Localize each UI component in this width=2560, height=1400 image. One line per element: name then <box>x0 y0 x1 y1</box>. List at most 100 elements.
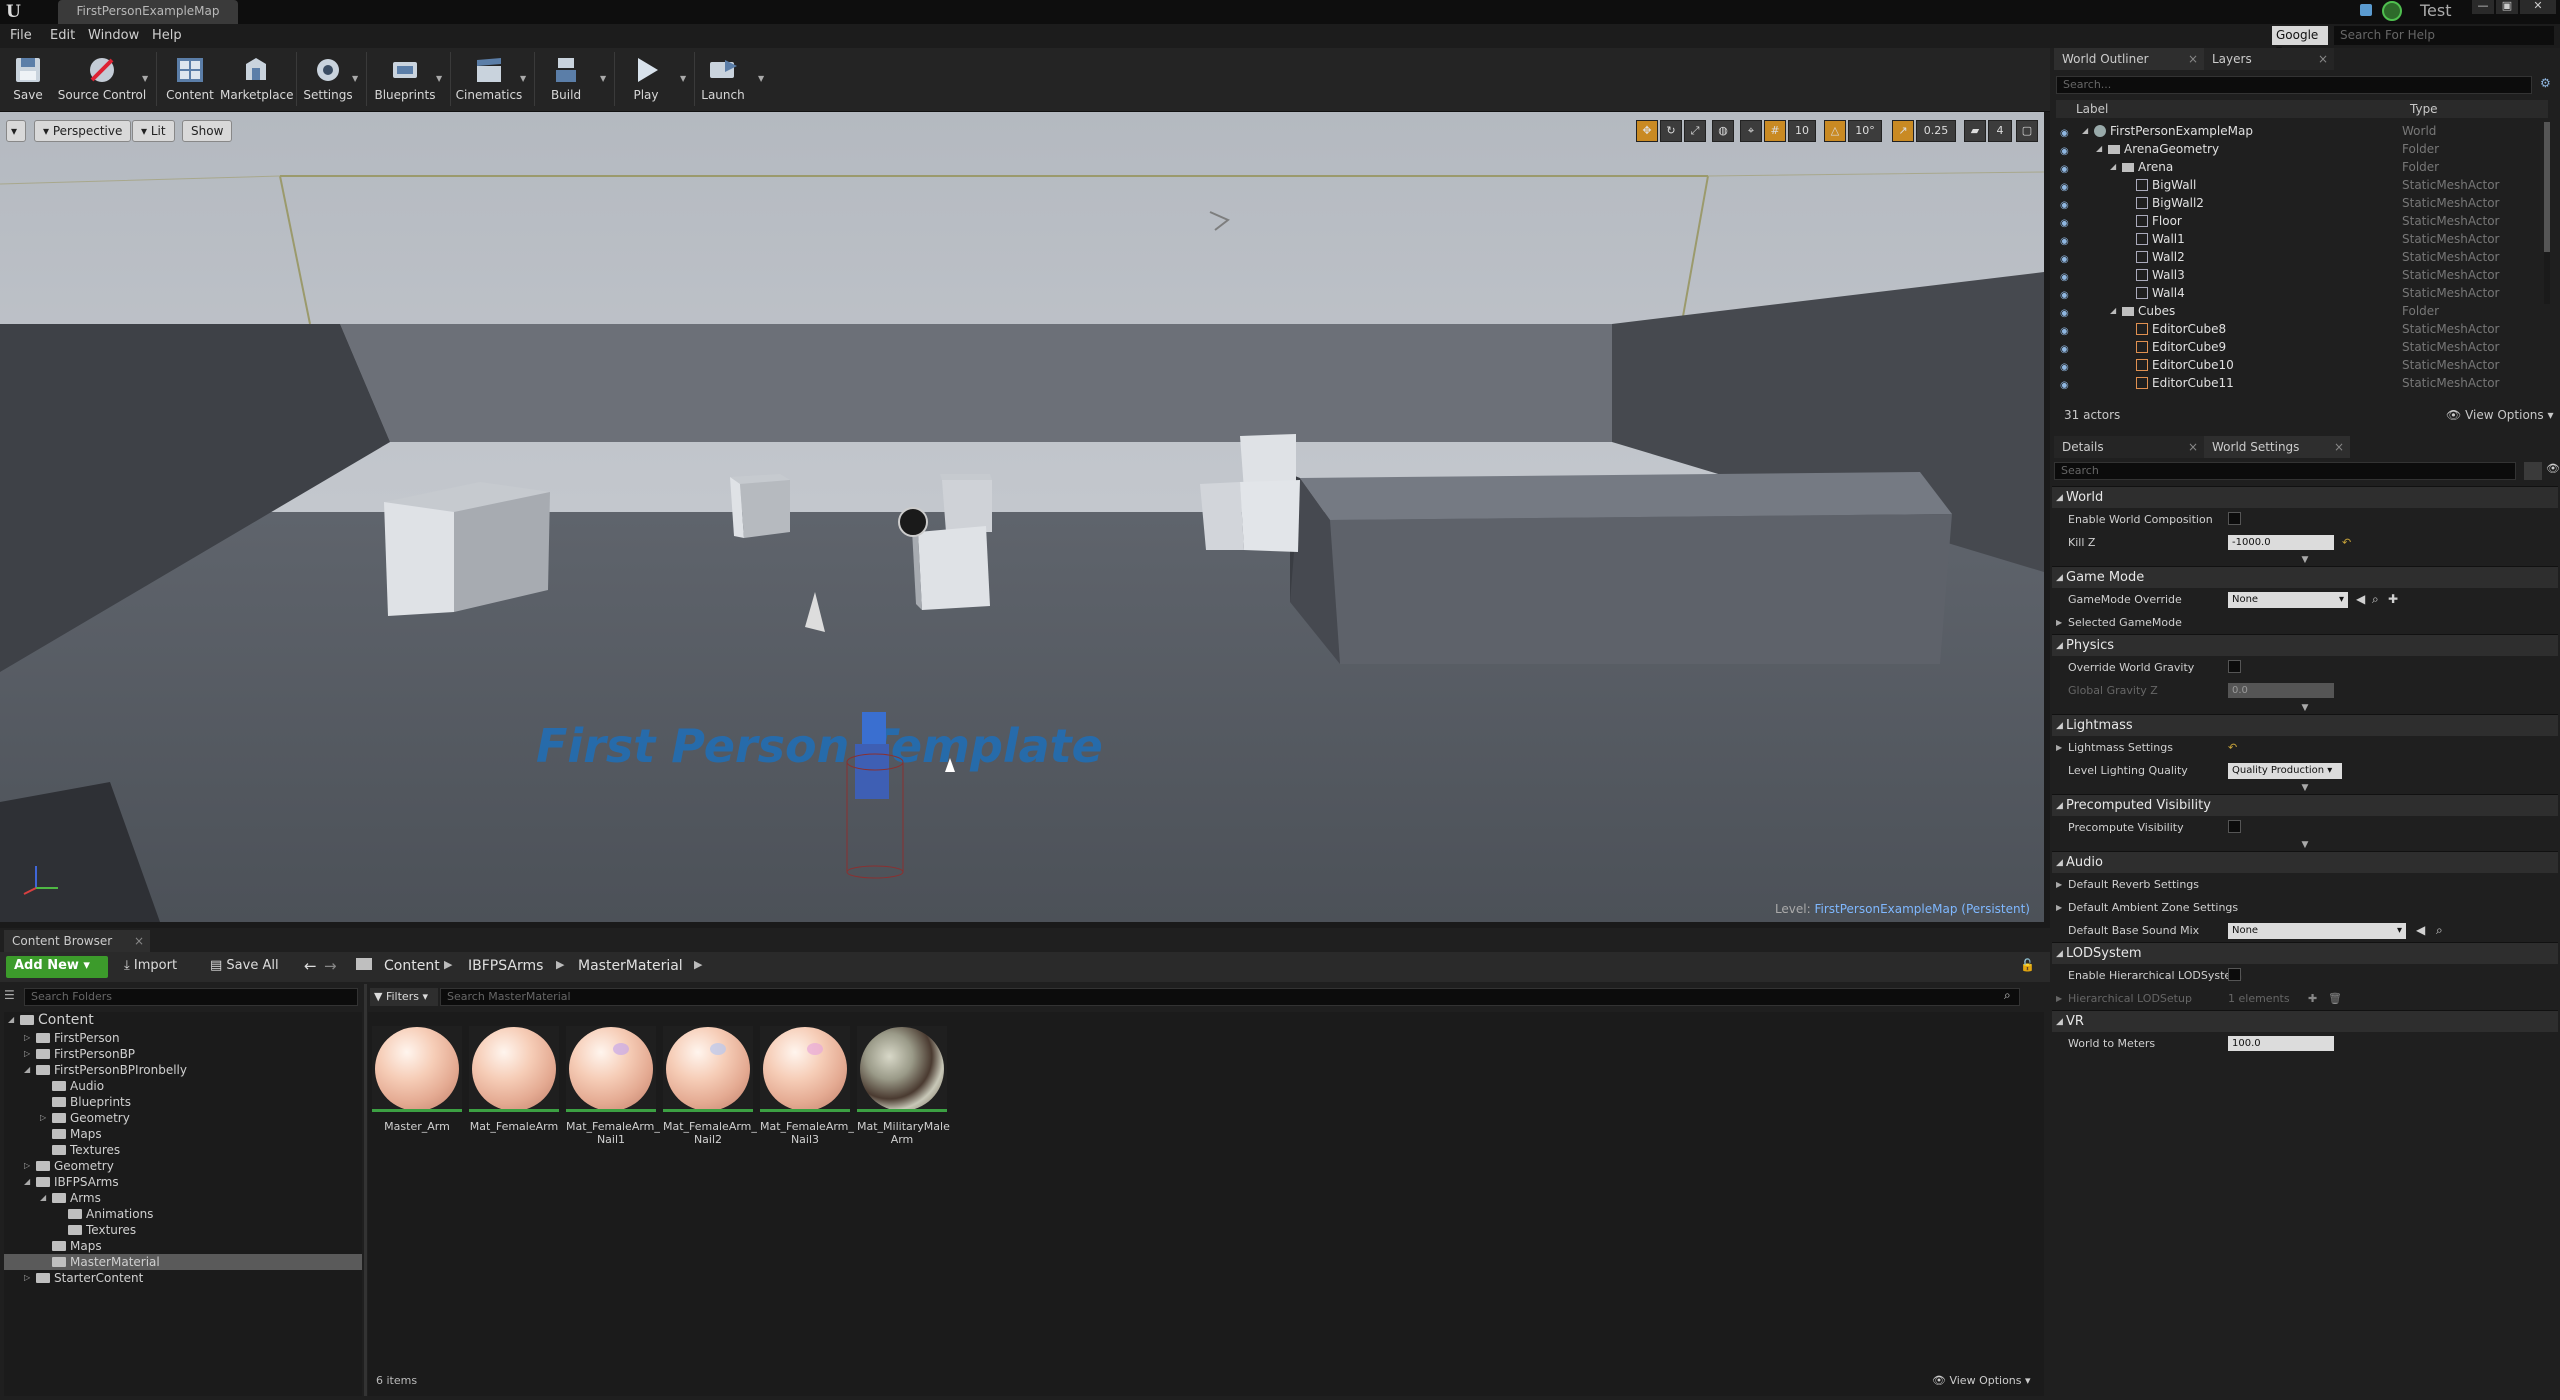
outliner-row[interactable]: ◉ Wall3 StaticMeshActor <box>2056 266 2544 284</box>
visibility-eye-icon[interactable]: ◉ <box>2060 179 2074 193</box>
gamemode-override-dropdown[interactable]: None ▾ <box>2228 592 2348 608</box>
expand-arrow-icon[interactable]: ▶ <box>2056 873 2062 896</box>
outliner-col-label[interactable]: Label <box>2076 102 2108 116</box>
scale-snap-value[interactable]: 0.25 <box>1916 120 1956 142</box>
breadcrumb-separator-icon[interactable]: ▶ <box>556 958 564 971</box>
outliner-col-type[interactable]: Type <box>2410 102 2438 116</box>
translate-mode-icon[interactable]: ✥ <box>1636 120 1658 142</box>
blueprints-button[interactable]: Blueprints <box>370 48 440 110</box>
rotation-snap-toggle-icon[interactable]: △ <box>1824 120 1846 142</box>
source-control-dropdown-icon[interactable]: ▼ <box>142 74 148 83</box>
grid-snap-toggle-icon[interactable]: # <box>1764 120 1786 142</box>
folder-tree-item[interactable]: ▷ FirstPersonBP <box>4 1046 362 1062</box>
filters-button[interactable]: ▼ Filters ▾ <box>370 988 438 1006</box>
folder-tree-item[interactable]: Maps <box>4 1126 362 1142</box>
visibility-eye-icon[interactable]: ◉ <box>2060 251 2074 265</box>
document-tab[interactable]: FirstPersonExampleMap <box>58 0 238 24</box>
expand-advanced-icon[interactable]: ▼ <box>2052 554 2558 566</box>
search-assets-input[interactable]: Search MasterMaterial <box>440 988 2020 1006</box>
expand-arrow-icon[interactable]: ▶ <box>2056 987 2062 1010</box>
expand-arrow-icon[interactable]: ▷ <box>24 1158 30 1174</box>
visibility-eye-icon[interactable]: ◉ <box>2060 161 2074 175</box>
level-viewport[interactable]: First Person Template ▾ ▾ Perspective ▾ … <box>0 112 2044 922</box>
precompute-visibility-checkbox[interactable] <box>2228 820 2241 833</box>
browse-icon[interactable]: ⌕ <box>2436 919 2443 942</box>
expand-arrow-icon[interactable]: ▷ <box>40 1110 46 1126</box>
folder-tree-item[interactable]: ◢ Content <box>4 1012 362 1030</box>
folder-tree-item[interactable]: MasterMaterial <box>4 1254 362 1270</box>
launch-dropdown-icon[interactable]: ▼ <box>758 74 764 83</box>
build-button[interactable]: Build <box>538 48 594 110</box>
use-selected-icon[interactable]: ◀ <box>2356 588 2365 611</box>
visibility-eye-icon[interactable]: ◉ <box>2060 359 2074 373</box>
outliner-row[interactable]: ◉ Wall4 StaticMeshActor <box>2056 284 2544 302</box>
section-audio[interactable]: ◢ Audio <box>2052 851 2558 873</box>
outliner-view-options[interactable]: 👁 View Options ▾ <box>2446 408 2554 422</box>
save-all-button[interactable]: ▤ Save All <box>210 958 279 973</box>
expand-arrow-icon[interactable]: ◢ <box>24 1174 30 1190</box>
expand-arrow-icon[interactable]: ◢ <box>2110 302 2116 320</box>
enable-world-composition-checkbox[interactable] <box>2228 512 2241 525</box>
outliner-scrollbar[interactable] <box>2544 122 2550 304</box>
blueprints-dropdown-icon[interactable]: ▼ <box>436 74 442 83</box>
expand-arrow-icon[interactable]: ▶ <box>2056 736 2062 759</box>
menu-window[interactable]: Window <box>88 28 139 43</box>
maximize-viewport-icon[interactable]: ▢ <box>2016 120 2038 142</box>
breadcrumb-separator-icon[interactable]: ▶ <box>694 958 702 971</box>
visibility-eye-icon[interactable]: ◉ <box>2060 125 2074 139</box>
expand-arrow-icon[interactable]: ▶ <box>2056 896 2062 919</box>
save-button[interactable]: Save <box>2 48 54 110</box>
help-search-input[interactable]: Search For Help <box>2334 26 2554 45</box>
rotation-snap-value[interactable]: 10° <box>1848 120 1882 142</box>
outliner-settings-icon[interactable]: ⚙ <box>2540 76 2551 90</box>
reset-to-default-icon[interactable]: ↶ <box>2342 531 2351 554</box>
expand-arrow-icon[interactable]: ◢ <box>40 1190 46 1206</box>
asset-tile[interactable]: Mat_FemaleArm_ Nail3 <box>760 1026 854 1146</box>
reset-to-default-icon[interactable]: ↶ <box>2228 736 2237 759</box>
expand-advanced-icon[interactable]: ▼ <box>2052 782 2558 794</box>
asset-tile[interactable]: Mat_FemaleArm_ Nail2 <box>663 1026 757 1146</box>
folder-tree-item[interactable]: Textures <box>4 1142 362 1158</box>
outliner-row[interactable]: ◉ Floor StaticMeshActor <box>2056 212 2544 230</box>
delete-elements-icon[interactable]: 🗑 <box>2328 987 2342 1010</box>
expand-advanced-icon[interactable]: ▼ <box>2052 702 2558 714</box>
menu-edit[interactable]: Edit <box>50 28 75 43</box>
folder-tree-item[interactable]: ▷ FirstPerson <box>4 1030 362 1046</box>
expand-arrow-icon[interactable]: ▶ <box>2056 611 2062 634</box>
world-outliner-tab[interactable]: World Outliner × <box>2054 48 2204 70</box>
visibility-eye-icon[interactable]: ◉ <box>2060 341 2074 355</box>
breadcrumb-mastermaterial[interactable]: MasterMaterial <box>578 958 683 974</box>
outliner-row[interactable]: ◉ BigWall2 StaticMeshActor <box>2056 194 2544 212</box>
expand-advanced-icon[interactable]: ▼ <box>2052 839 2558 851</box>
outliner-row[interactable]: ◉ EditorCube11 StaticMeshActor <box>2056 374 2544 392</box>
level-lighting-quality-dropdown[interactable]: Quality Production ▾ <box>2228 763 2342 779</box>
visibility-eye-icon[interactable]: ◉ <box>2060 269 2074 283</box>
breadcrumb-content[interactable]: Content <box>384 958 440 974</box>
expand-arrow-icon[interactable]: ◢ <box>2110 158 2116 176</box>
asset-view-options[interactable]: 👁 View Options ▾ <box>1932 1374 2031 1387</box>
import-button[interactable]: ⤓ Import <box>124 958 177 973</box>
folder-tree-item[interactable]: Animations <box>4 1206 362 1222</box>
visibility-eye-icon[interactable]: ◉ <box>2060 305 2074 319</box>
use-selected-icon[interactable]: ◀ <box>2416 919 2425 942</box>
visibility-eye-icon[interactable]: ◉ <box>2060 143 2074 157</box>
world-to-meters-field[interactable]: 100.0 <box>2228 1036 2334 1051</box>
visibility-eye-icon[interactable]: ◉ <box>2060 233 2074 247</box>
viewport-options-icon[interactable]: ▾ <box>6 120 26 142</box>
asset-tile[interactable]: Mat_FemaleArm <box>469 1026 559 1133</box>
outliner-row[interactable]: ◉ EditorCube10 StaticMeshActor <box>2056 356 2544 374</box>
toggle-sources-icon[interactable]: ☰ <box>4 988 18 1006</box>
folder-tree-item[interactable]: Audio <box>4 1078 362 1094</box>
folder-tree-item[interactable]: ◢ Arms <box>4 1190 362 1206</box>
folder-tree-item[interactable]: Blueprints <box>4 1094 362 1110</box>
maximize-window-icon[interactable]: ▣ <box>2496 0 2518 14</box>
breadcrumb-separator-icon[interactable]: ▶ <box>444 958 452 971</box>
play-dropdown-icon[interactable]: ▼ <box>680 74 686 83</box>
close-tab-icon[interactable]: × <box>134 934 144 948</box>
build-dropdown-icon[interactable]: ▼ <box>600 74 606 83</box>
lock-icon[interactable]: 🔓 <box>2020 958 2035 972</box>
asset-tile[interactable]: Mat_FemaleArm_ Nail1 <box>566 1026 660 1146</box>
outliner-row[interactable]: ◉ Wall1 StaticMeshActor <box>2056 230 2544 248</box>
expand-arrow-icon[interactable]: ◢ <box>24 1062 30 1078</box>
outliner-row[interactable]: ◉ Wall2 StaticMeshActor <box>2056 248 2544 266</box>
